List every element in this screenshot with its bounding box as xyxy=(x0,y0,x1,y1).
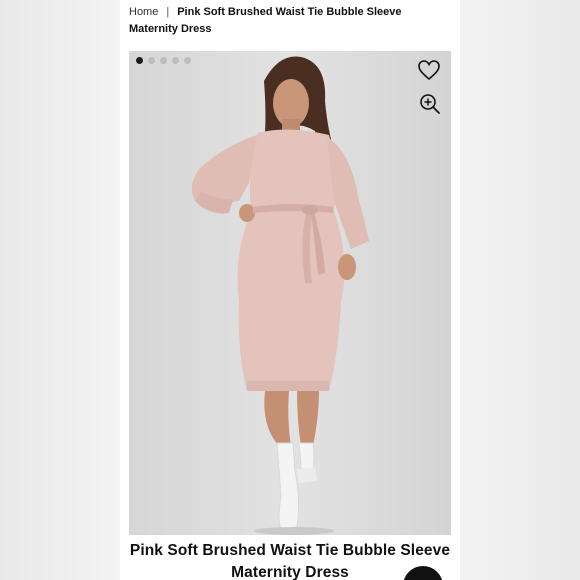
carousel-dot-2[interactable] xyxy=(148,57,155,64)
right-backdrop xyxy=(460,0,580,580)
left-backdrop xyxy=(0,0,120,580)
breadcrumb-current: Pink Soft Brushed Waist Tie Bubble Sleev… xyxy=(129,6,402,35)
carousel-dot-3[interactable] xyxy=(160,57,167,64)
carousel-dot-4[interactable] xyxy=(172,57,179,64)
carousel-dots xyxy=(136,57,191,64)
carousel-dot-5[interactable] xyxy=(184,57,191,64)
product-photo xyxy=(129,51,451,535)
breadcrumb: Home | Pink Soft Brushed Waist Tie Bubble … xyxy=(129,4,451,38)
zoom-in-icon[interactable] xyxy=(419,93,441,115)
breadcrumb-separator: | xyxy=(166,6,170,18)
product-page: Home | Pink Soft Brushed Waist Tie Bubble … xyxy=(120,0,460,580)
heart-icon[interactable] xyxy=(417,59,441,81)
carousel-dot-1[interactable] xyxy=(136,57,143,64)
breadcrumb-home-link[interactable]: Home xyxy=(129,6,158,18)
product-image-gallery[interactable] xyxy=(129,51,451,535)
